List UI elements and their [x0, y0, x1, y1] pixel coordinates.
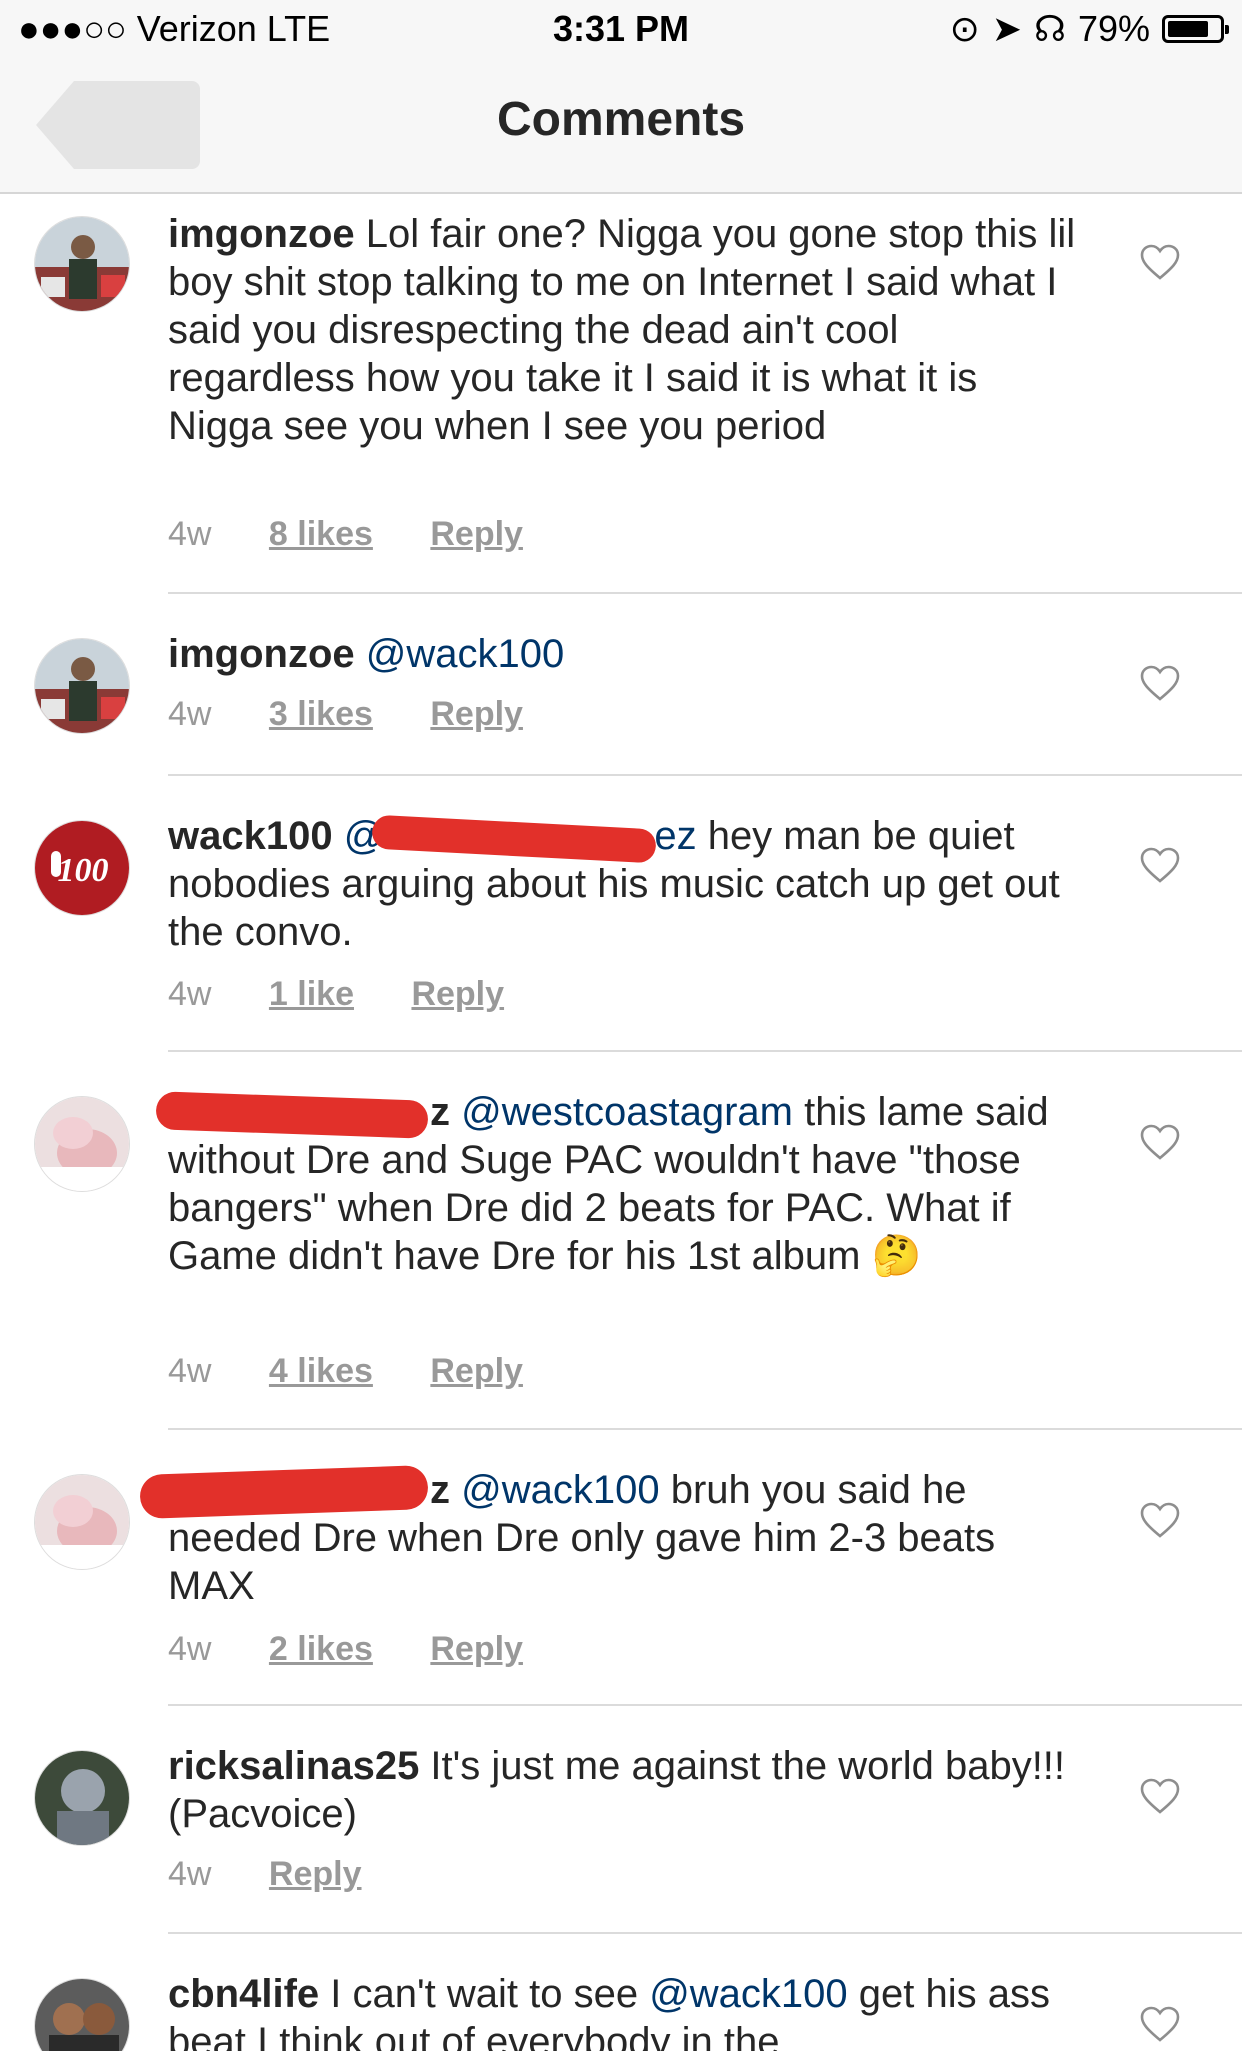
heart-icon[interactable]	[1140, 847, 1180, 883]
likes-link[interactable]: 2 likes	[269, 1630, 373, 1668]
mention-link[interactable]: @wack100	[366, 632, 564, 676]
avatar[interactable]	[34, 1978, 130, 2051]
comment-item: cbn4life I can't wait to see @wack100 ge…	[0, 1970, 1242, 2051]
avatar[interactable]: 100	[34, 820, 130, 916]
comment-username[interactable]: imgonzoe	[168, 212, 355, 256]
comment-age: 4w	[168, 515, 212, 553]
divider	[168, 1932, 1242, 1934]
likes-link[interactable]: 8 likes	[269, 515, 373, 553]
likes-link[interactable]: 1 like	[269, 975, 354, 1013]
avatar[interactable]	[34, 1096, 130, 1192]
comment-age: 4w	[168, 975, 212, 1013]
avatar[interactable]	[34, 638, 130, 734]
comment-meta: 4w 4 likes Reply	[168, 1352, 571, 1391]
mention-link[interactable]: @wack100	[461, 1468, 659, 1512]
likes-link[interactable]: 4 likes	[269, 1352, 373, 1390]
navigation-bar: Comments	[0, 64, 1242, 194]
status-bar: ●●●○○ Verizon LTE 3:31 PM ⊙ ➤ ☊ 79%	[0, 0, 1242, 64]
reply-button[interactable]: Reply	[430, 1630, 523, 1668]
username-suffix: z	[430, 1090, 450, 1134]
comment-text: imgonzoe @wack100	[168, 630, 1078, 678]
avatar[interactable]	[34, 1750, 130, 1846]
comment-age: 4w	[168, 1855, 212, 1893]
rotation-lock-icon: ⊙	[949, 8, 980, 49]
headphones-icon: ☊	[1033, 8, 1066, 49]
heart-icon[interactable]	[1140, 2006, 1180, 2042]
comment-meta: 4w 8 likes Reply	[168, 515, 571, 554]
reply-button[interactable]: Reply	[430, 1352, 523, 1390]
comment-meta: 4w 2 likes Reply	[168, 1630, 571, 1669]
avatar[interactable]	[34, 1474, 130, 1570]
mention-link[interactable]: @wack100	[649, 1972, 847, 2016]
status-right: ⊙ ➤ ☊ 79%	[949, 8, 1229, 50]
comment-age: 4w	[168, 695, 212, 733]
reply-button[interactable]: Reply	[411, 975, 504, 1013]
comment-username[interactable]: wack100	[168, 814, 333, 858]
comment-meta: 4w Reply	[168, 1855, 410, 1894]
comment-text: cbn4life I can't wait to see @wack100 ge…	[168, 1970, 1078, 2051]
reply-button[interactable]: Reply	[430, 695, 523, 733]
comment-meta: 4w 3 likes Reply	[168, 695, 571, 734]
battery-percent: 79%	[1077, 8, 1150, 49]
reply-button[interactable]: Reply	[269, 1855, 362, 1893]
divider	[168, 774, 1242, 776]
heart-icon[interactable]	[1140, 1502, 1180, 1538]
comment-username[interactable]: ricksalinas25	[168, 1744, 419, 1788]
reply-button[interactable]: Reply	[430, 515, 523, 553]
mention-link[interactable]: @westcoastagram	[461, 1090, 793, 1134]
comment-age: 4w	[168, 1352, 212, 1390]
comment-age: 4w	[168, 1630, 212, 1668]
page-title: Comments	[496, 93, 746, 146]
location-arrow-icon: ➤	[991, 8, 1022, 49]
heart-icon[interactable]	[1140, 665, 1180, 701]
divider	[168, 1050, 1242, 1052]
heart-icon[interactable]	[1140, 1778, 1180, 1814]
comment-username[interactable]: cbn4life	[168, 1972, 319, 2016]
comment-text: imgonzoe Lol fair one? Nigga you gone st…	[168, 210, 1078, 450]
heart-icon[interactable]	[1140, 1124, 1180, 1160]
likes-link[interactable]: 3 likes	[269, 695, 373, 733]
divider	[168, 592, 1242, 594]
mention-suffix: ez	[654, 814, 697, 858]
comment-body: I can't wait to see	[319, 1972, 650, 2016]
heart-icon[interactable]	[1140, 244, 1180, 280]
svg-text:100: 100	[58, 852, 109, 889]
username-suffix: z	[430, 1468, 450, 1512]
avatar[interactable]	[34, 216, 130, 312]
comment-text: ricksalinas25 It's just me against the w…	[168, 1742, 1078, 1838]
divider	[168, 1428, 1242, 1430]
comment-meta: 4w 1 like Reply	[168, 975, 552, 1014]
divider	[168, 1704, 1242, 1706]
comment-username[interactable]: imgonzoe	[168, 632, 355, 676]
battery-icon	[1162, 15, 1229, 43]
